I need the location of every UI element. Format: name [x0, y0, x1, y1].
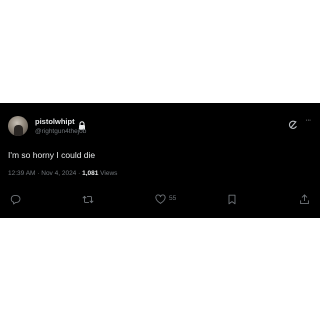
tweet-actions: 55	[0, 193, 320, 207]
grok-icon[interactable]	[288, 117, 298, 129]
views-count: 1,081	[82, 170, 99, 177]
tweet-text: I'm so horny I could die	[8, 150, 96, 160]
like-count: 55	[169, 195, 177, 202]
author-name-row: pistolwhipt	[35, 117, 86, 130]
bookmark-button[interactable]	[227, 193, 237, 205]
like-button[interactable]: 55	[155, 193, 176, 205]
tweet-date[interactable]: Nov 4, 2024	[41, 170, 76, 177]
share-button[interactable]	[299, 193, 310, 205]
tweet-card[interactable]: pistolwhipt @rightgun4thejob ··· I'm so …	[0, 103, 320, 218]
author-handle[interactable]: @rightgun4thejob	[35, 128, 86, 136]
tweet-time[interactable]: 12:39 AM	[8, 170, 35, 177]
views-label: Views	[98, 170, 118, 177]
bookmark-icon	[227, 194, 237, 205]
avatar[interactable]	[8, 116, 28, 136]
lock-icon	[78, 117, 86, 130]
tweet-meta: 12:39 AM · Nov 4, 2024 · 1,081 Views	[8, 170, 117, 178]
more-icon[interactable]: ···	[303, 117, 313, 127]
reply-button[interactable]	[10, 193, 21, 205]
heart-icon	[155, 194, 166, 205]
retweet-button[interactable]	[82, 193, 94, 205]
share-icon	[299, 193, 310, 205]
author-display-name[interactable]: pistolwhipt	[35, 117, 75, 126]
reply-icon	[10, 194, 21, 205]
retweet-icon	[82, 194, 94, 205]
